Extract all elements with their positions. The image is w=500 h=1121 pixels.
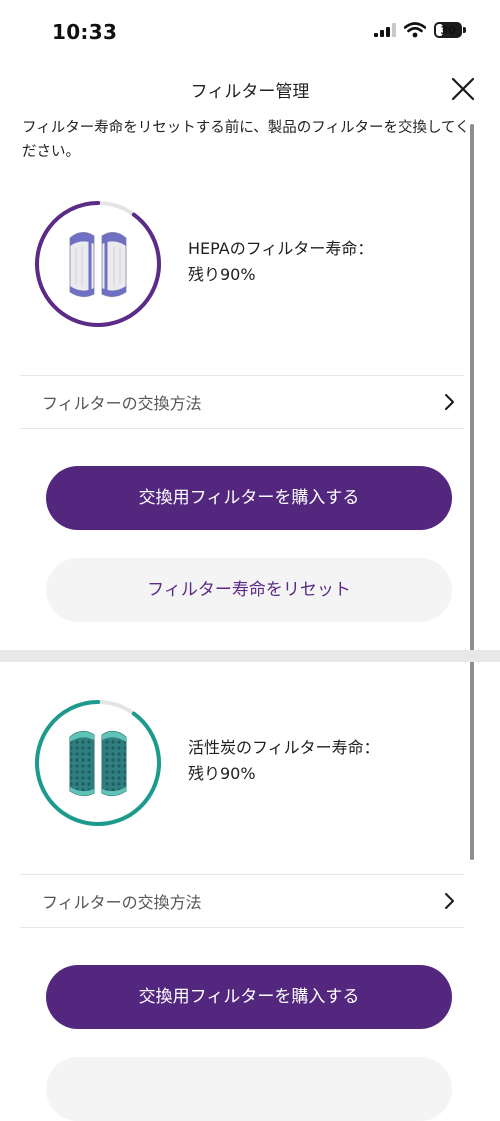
hepa-filter-icon	[69, 232, 127, 298]
status-icons: 30	[374, 22, 466, 38]
buy-hepa-filter-button[interactable]: 交換用フィルターを購入する	[46, 466, 452, 530]
reset-carbon-filter-life-button[interactable]	[46, 1057, 452, 1121]
chevron-right-icon	[445, 394, 454, 410]
carbon-filter-life-label: 活性炭のフィルター寿命：	[188, 738, 380, 757]
battery-level: 30	[440, 23, 456, 37]
hepa-how-to-replace-row[interactable]: フィルターの交換方法	[20, 375, 464, 429]
carbon-filter-description: 活性炭のフィルター寿命： 残り90%	[188, 735, 448, 787]
intro-text: フィルター寿命をリセットする前に、製品のフィルターを交換してください。	[22, 120, 470, 160]
status-bar: 10:33 30	[0, 0, 500, 64]
carbon-filter-icon	[69, 731, 127, 797]
buy-carbon-filter-button[interactable]: 交換用フィルターを購入する	[46, 965, 452, 1029]
carbon-filter-life-ring	[34, 700, 161, 826]
chevron-right-icon	[445, 893, 454, 909]
wifi-icon	[404, 22, 426, 38]
close-icon[interactable]	[448, 74, 478, 104]
signal-icon	[374, 23, 396, 37]
how-to-replace-label: フィルターの交換方法	[42, 394, 202, 413]
status-time: 10:33	[52, 20, 118, 44]
reset-hepa-filter-life-button[interactable]: フィルター寿命をリセット	[46, 558, 452, 622]
hepa-filter-description: HEPAのフィルター寿命： 残り90%	[188, 236, 448, 288]
scrollbar[interactable]	[470, 124, 474, 860]
battery-icon: 30	[434, 22, 466, 38]
hepa-filter-remaining: 残り90%	[188, 265, 256, 284]
page-title: フィルター管理	[190, 82, 310, 102]
carbon-how-to-replace-row[interactable]: フィルターの交換方法	[20, 874, 464, 928]
hepa-filter-life-label: HEPAのフィルター寿命：	[188, 239, 374, 258]
hepa-filter-life-ring	[34, 201, 161, 327]
carbon-filter-remaining: 残り90%	[188, 764, 256, 783]
section-divider	[0, 650, 500, 662]
how-to-replace-label: フィルターの交換方法	[42, 893, 202, 912]
